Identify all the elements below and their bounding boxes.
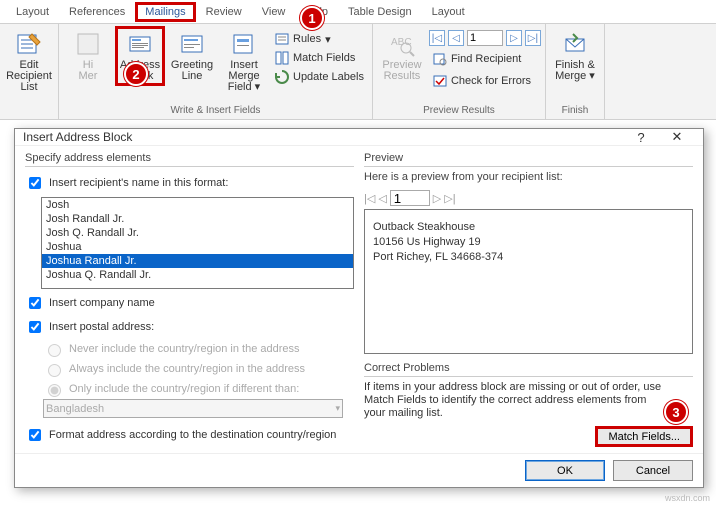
next-record-button[interactable]: ▷ [506,30,522,46]
correct-msg: If items in your address block are missi… [364,381,693,420]
insert-postal-checkbox[interactable]: Insert postal address: [25,318,354,336]
tab-layout2[interactable]: Layout [422,2,475,22]
dialog-help-button[interactable]: ? [623,130,659,145]
format-destination-checkbox[interactable]: Format address according to the destinat… [25,426,354,444]
name-option[interactable]: Josh Randall Jr. [42,212,353,226]
correct-heading: Correct Problems [364,362,693,377]
check-errors-button[interactable]: Check for Errors [429,72,541,90]
group-label-finish: Finish [550,103,600,117]
ok-button[interactable]: OK [525,460,605,481]
prev-record-button[interactable]: ◁ [448,30,464,46]
never-country-radio: Never include the country/region in the … [43,341,354,357]
insert-company-checkbox[interactable]: Insert company name [25,294,354,312]
edit-list-label: Edit Recipient List [6,60,52,93]
rules-button[interactable]: Rules ▾ [271,30,368,48]
dialog-footer: OK Cancel [15,453,703,487]
tab-table-design[interactable]: Table Design [338,2,422,22]
first-record-button[interactable]: |◁ [429,30,445,46]
name-option[interactable]: Josh Q. Randall Jr. [42,226,353,240]
update-labels-button[interactable]: Update Labels [271,68,368,86]
tab-review[interactable]: Review [196,2,252,22]
finish-merge-button[interactable]: Finish & Merge ▾ [550,26,600,86]
greeting-line-button[interactable]: Greeting Line [167,26,217,86]
preview-column: Preview Here is a preview from your reci… [364,152,693,447]
group-finish: Finish & Merge ▾ Finish [546,24,605,119]
group-preview-results: ABC Preview Results |◁ ◁ ▷ ▷| Find Recip… [373,24,546,119]
group-label-preview: Preview Results [377,103,541,117]
preview-line: Port Richey, FL 34668-374 [373,250,684,265]
highlight-icon [74,30,102,58]
dialog-titlebar: Insert Address Block ? ✕ [15,129,703,146]
insert-merge-field-button[interactable]: Insert Merge Field ▾ [219,26,269,97]
match-fields-dialog-button[interactable]: Match Fields... [595,426,693,447]
preview-nav: |◁ ◁ ▷ ▷| [364,190,693,206]
cancel-button[interactable]: Cancel [613,460,693,481]
preview-next-button[interactable]: ▷ [433,192,441,205]
ribbon: Edit Recipient List Hi Mer Address Block… [0,24,716,120]
only-country-radio: Only include the country/region if diffe… [43,381,354,397]
highlight-merge-fields-button[interactable]: Hi Mer [63,26,113,86]
insert-address-block-dialog: Insert Address Block ? ✕ Specify address… [14,128,704,488]
watermark: wsxdn.com [665,493,710,503]
last-record-button[interactable]: ▷| [525,30,541,46]
preview-line: Outback Steakhouse [373,220,684,235]
preview-icon: ABC [388,30,416,58]
insert-merge-icon [230,30,258,58]
insert-name-checkbox[interactable]: Insert recipient's name in this format: [25,174,354,192]
edit-recipient-list-button[interactable]: Edit Recipient List [4,26,54,97]
group-label-empty [4,103,54,117]
name-option[interactable]: Joshua [42,240,353,254]
finish-label: Finish & Merge ▾ [555,60,595,82]
preview-line: 10156 Us Highway 19 [373,235,684,250]
always-country-radio: Always include the country/region in the… [43,361,354,377]
rules-icon [275,32,289,46]
record-nav: |◁ ◁ ▷ ▷| [429,30,541,46]
preview-last-button[interactable]: ▷| [444,192,455,205]
ribbon-tabs: Layout References Mailings Review View H… [0,0,716,24]
match-fields-icon [275,51,289,65]
chevron-down-icon: ▾ [325,33,331,46]
record-number-input[interactable] [467,30,503,46]
preview-prev-button[interactable]: ◁ [378,192,386,205]
preview-heading: Preview [364,152,693,167]
preview-first-button[interactable]: |◁ [364,192,375,205]
tab-mailings[interactable]: Mailings [135,2,195,22]
edit-list-icon [15,30,43,58]
tab-layout[interactable]: Layout [6,2,59,22]
tab-view[interactable]: View [252,2,296,22]
preview-box: Outback Steakhouse 10156 Us Highway 19 P… [364,209,693,354]
preview-hint: Here is a preview from your recipient li… [364,171,693,183]
preview-results-button[interactable]: ABC Preview Results [377,26,427,86]
highlight-label: Hi Mer [79,60,98,82]
address-block-icon [126,30,154,58]
tab-references[interactable]: References [59,2,135,22]
greeting-icon [178,30,206,58]
insert-merge-label: Insert Merge Field ▾ [221,60,267,93]
update-labels-icon [275,70,289,84]
match-fields-button[interactable]: Match Fields [271,49,368,67]
find-recipient-button[interactable]: Find Recipient [429,50,541,68]
name-option[interactable]: Josh [42,198,353,212]
step-2-badge: 2 [124,62,148,86]
check-errors-icon [433,74,447,88]
preview-index-input[interactable] [390,190,430,206]
group-write-insert: Hi Mer Address Block Greeting Line Inser… [59,24,373,119]
greeting-label: Greeting Line [171,60,213,82]
finish-icon [561,30,589,58]
find-icon [433,52,447,66]
group-start-merge: Edit Recipient List [0,24,59,119]
chevron-down-icon: ▾ [335,403,340,414]
name-option[interactable]: Joshua Q. Randall Jr. [42,268,353,282]
country-combo: Bangladesh▾ [43,399,343,418]
specify-heading: Specify address elements [25,152,354,167]
dialog-title: Insert Address Block [23,130,132,144]
name-format-list[interactable]: Josh Josh Randall Jr. Josh Q. Randall Jr… [41,197,354,289]
specify-column: Specify address elements Insert recipien… [25,152,354,447]
name-option-selected[interactable]: Joshua Randall Jr. [42,254,353,268]
step-1-badge: 1 [300,6,324,30]
dialog-close-button[interactable]: ✕ [659,129,695,145]
group-label-write: Write & Insert Fields [63,103,368,117]
step-3-badge: 3 [664,400,688,424]
preview-label: Preview Results [382,60,421,82]
